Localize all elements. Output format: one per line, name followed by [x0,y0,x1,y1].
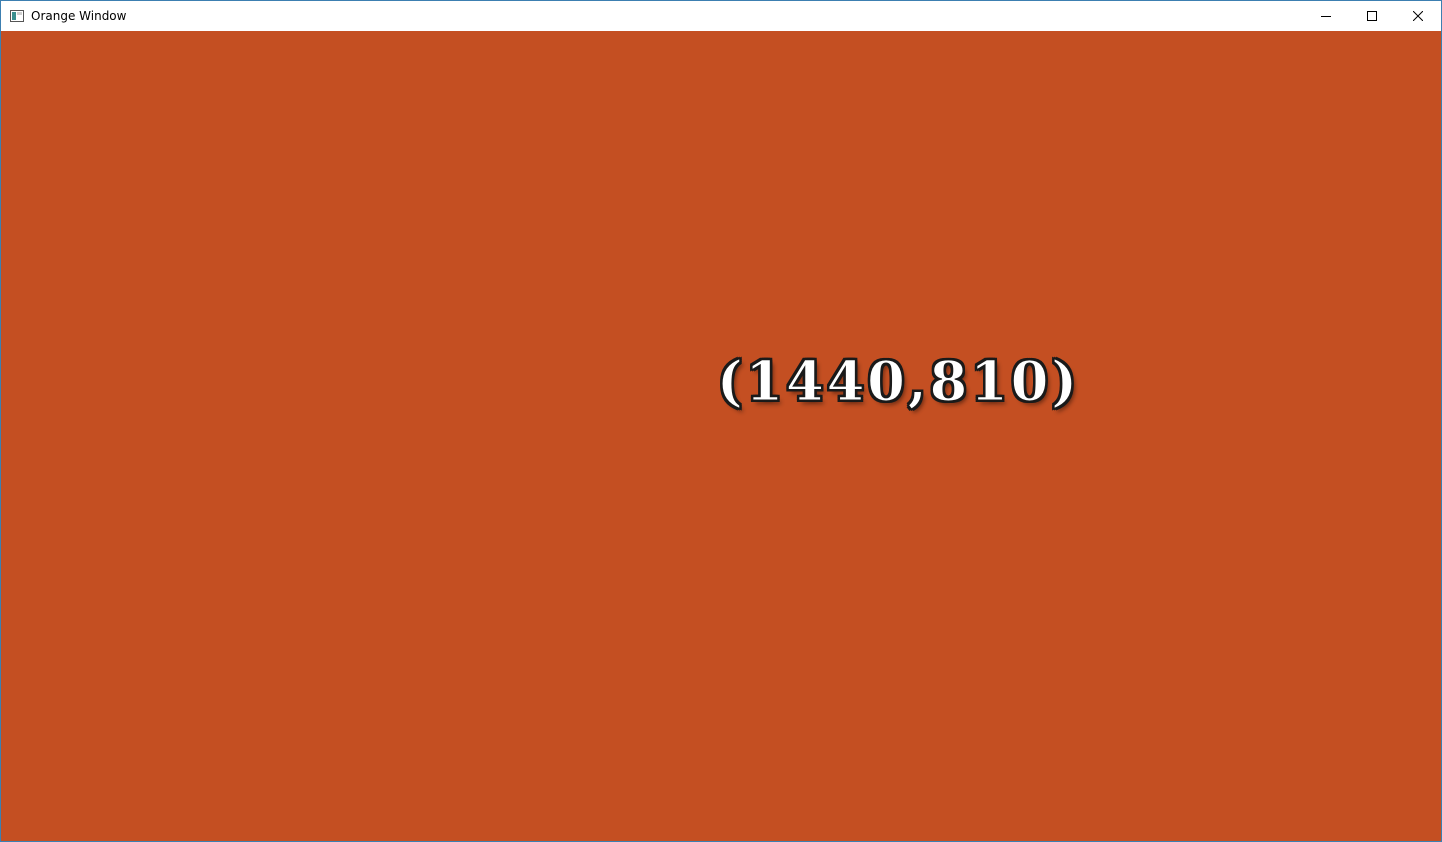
window-title: Orange Window [31,9,127,23]
client-area[interactable]: (1440,810) [1,31,1441,841]
minimize-icon [1321,11,1331,21]
coordinate-label: (1440,810) [717,349,1080,414]
app-window-icon [10,10,24,22]
app-window: Orange Window (1440,810) [0,0,1442,842]
caption-buttons [1303,1,1441,31]
maximize-button[interactable] [1349,1,1395,31]
close-button[interactable] [1395,1,1441,31]
close-icon [1413,11,1423,21]
title-bar[interactable]: Orange Window [1,1,1441,31]
maximize-icon [1367,11,1377,21]
minimize-button[interactable] [1303,1,1349,31]
